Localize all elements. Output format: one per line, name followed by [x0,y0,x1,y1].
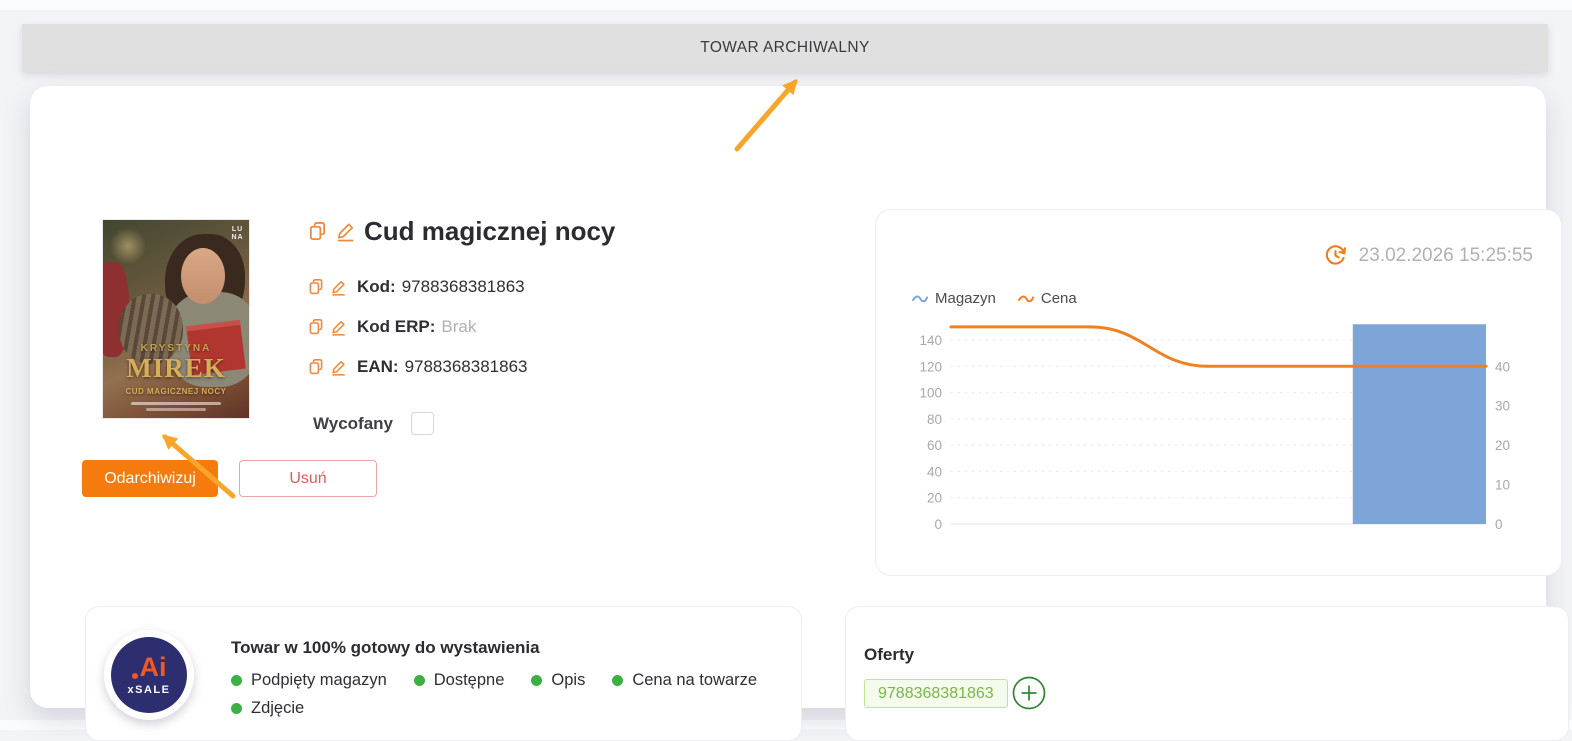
readiness-item-label: Dostępne [433,671,505,689]
green-dot-icon [413,675,425,686]
withdrawn-label: Wycofany [313,413,393,433]
svg-text:30: 30 [1495,399,1510,414]
copy-icon[interactable] [308,318,324,336]
readiness-item: Cena na towarze [612,671,757,690]
field-row-kod-erp: Kod ERP: Brak [308,317,476,337]
readiness-item: Dostępne [413,671,505,690]
stock-price-chart-card: 23.02.2026 15:25:55 Magazyn Cena 0 20 40 60… [875,209,1562,576]
legend-label: Cena [1040,290,1077,307]
cover-lights [111,226,145,266]
product-card: LUNA KRYSTYNA MIREK CUD MAGICZNEJ NOCY C… [30,86,1569,741]
svg-text:140: 140 [919,333,942,348]
copy-icon[interactable] [308,358,324,376]
history-clock-icon [1324,244,1347,267]
cover-publisher: LUNA [231,226,244,242]
svg-text:60: 60 [927,438,942,453]
readiness-card: Ai xSALE Towar w 100% gotowy do wystawie… [85,606,802,741]
legend-wave-icon [912,295,928,302]
readiness-item-label: Opis [551,671,586,689]
xsale-ai-logo: Ai xSALE [104,630,194,720]
field-label: Kod: [357,277,396,296]
svg-text:0: 0 [1495,517,1503,532]
withdrawn-row: Wycofany [313,412,434,435]
svg-text:120: 120 [919,359,942,374]
edit-pencil-icon[interactable] [335,221,356,242]
svg-text:40: 40 [1495,359,1510,374]
field-value: 9788368381863 [401,277,525,296]
legend-item-magazyn[interactable]: Magazyn [912,290,996,307]
field-value: 9788368381863 [404,357,528,376]
delete-button[interactable]: Usuń [239,460,377,497]
edit-pencil-icon[interactable] [330,279,347,296]
archived-banner-text: TOWAR ARCHIWALNY [700,39,870,56]
cover-title: CUD MAGICZNEJ NOCY [125,387,227,396]
withdrawn-checkbox[interactable] [411,412,434,435]
field-value: Brak [441,317,477,336]
legend-item-cena[interactable]: Cena [1017,290,1077,307]
offer-chip[interactable]: 9788368381863 [864,679,1008,708]
plus-circle-icon [1012,676,1046,710]
xsale-logo-text: xSALE [127,684,171,696]
svg-text:100: 100 [919,386,942,401]
readiness-item-label: Podpięty magazyn [251,671,387,689]
field-label: Kod ERP: [357,317,436,336]
product-title-row: Cud magicznej nocy [308,216,615,247]
edit-pencil-icon[interactable] [330,359,347,376]
offers-title: Oferty [864,645,915,664]
copy-icon[interactable] [308,278,324,296]
cover-author-last: MIREK [126,353,226,383]
chart-legend: Magazyn Cena [912,290,1077,307]
svg-text:40: 40 [927,464,942,479]
green-dot-icon [612,675,624,686]
copy-icon[interactable] [308,221,327,242]
green-dot-icon [531,675,543,686]
readiness-item-label: Cena na towarze [632,671,758,689]
chart-timestamp: 23.02.2026 15:25:55 [1358,244,1533,266]
svg-text:20: 20 [927,491,942,506]
offers-card: Oferty 9788368381863 [845,606,1569,741]
svg-text:80: 80 [927,412,942,427]
legend-label: Magazyn [935,290,996,307]
field-label: EAN: [357,357,399,376]
ai-logo-text: Ai [131,652,167,682]
ai-logo-letters: Ai [139,652,167,682]
svg-text:10: 10 [1495,478,1510,493]
readiness-item: Podpięty magazyn [231,671,387,690]
readiness-item: Opis [531,671,585,690]
page-title: Cud magicznej nocy [364,216,616,246]
cover-tagline-bar [131,402,221,405]
svg-text:0: 0 [934,517,942,532]
book-cover-art: LUNA KRYSTYNA MIREK CUD MAGICZNEJ NOCY [103,220,249,418]
readiness-item: Zdjęcie [231,699,304,718]
unarchive-button[interactable]: Odarchiwizuj [82,460,218,497]
stock-price-chart: 0 20 40 60 80 100 120 140 0 10 20 30 40 [919,324,1510,532]
green-dot-icon [231,675,242,686]
readiness-item-label: Zdjęcie [251,699,305,717]
field-row-kod: Kod: 9788368381863 [308,277,525,297]
edit-pencil-icon[interactable] [330,319,347,336]
xsale-ai-logo-circle: Ai xSALE [111,637,187,713]
readiness-title: Towar w 100% gotowy do wystawienia [231,638,540,657]
chart-timestamp-row: 23.02.2026 15:25:55 [1324,244,1533,267]
legend-wave-icon [1017,295,1034,302]
ai-logo-dot [131,673,138,679]
svg-text:20: 20 [1495,438,1510,453]
readiness-checklist: Podpięty magazyn Dostępne Opis Cena na t… [231,671,789,718]
archived-banner: TOWAR ARCHIWALNY [22,24,1548,72]
cover-face [181,248,225,304]
field-row-ean: EAN: 9788368381863 [308,357,527,377]
add-offer-button[interactable] [1012,676,1046,710]
cover-tagline-bar [146,408,206,411]
product-image[interactable]: LUNA KRYSTYNA MIREK CUD MAGICZNEJ NOCY [102,219,250,419]
green-dot-icon [231,703,242,714]
